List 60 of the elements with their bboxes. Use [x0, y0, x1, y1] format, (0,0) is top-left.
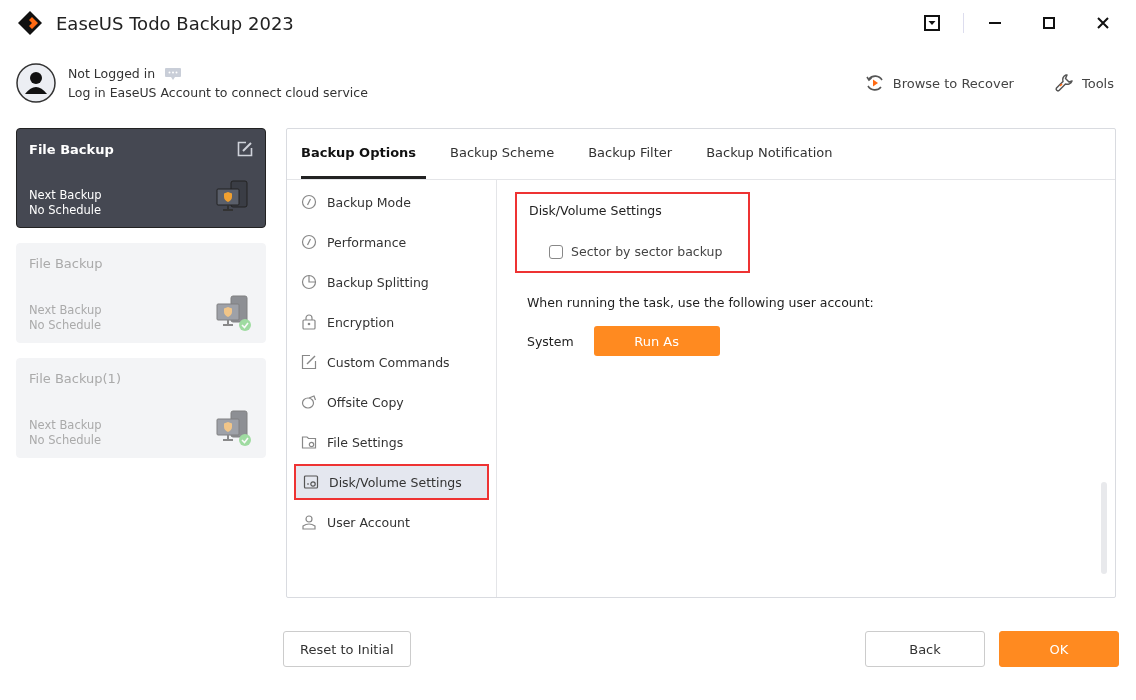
- menu-label: File Settings: [327, 434, 404, 450]
- schedule-text: No Schedule: [29, 433, 102, 447]
- recover-icon: [864, 73, 885, 93]
- toolbar-button[interactable]: Tools: [1053, 69, 1114, 97]
- reset-button[interactable]: Reset to Initial: [283, 631, 411, 667]
- options-menu-item[interactable]: Backup Splitting: [294, 264, 489, 300]
- close-icon: [1096, 16, 1110, 30]
- tab[interactable]: Backup Notification: [706, 129, 843, 179]
- options-menu-item[interactable]: Offsite Copy: [294, 384, 489, 420]
- menu-label: Backup Splitting: [327, 274, 429, 290]
- pie-icon: [301, 274, 317, 290]
- task-title: File Backup: [29, 256, 103, 271]
- menu-label: Custom Commands: [327, 354, 450, 370]
- options-menu-item[interactable]: File Settings: [294, 424, 489, 460]
- next-backup-label: Next Backup: [29, 418, 102, 432]
- options-menu-item[interactable]: Backup Mode: [294, 184, 489, 220]
- account-hint: Log in EaseUS Account to connect cloud service: [68, 85, 368, 100]
- avatar-icon[interactable]: [16, 63, 56, 103]
- options-menu-item[interactable]: Custom Commands: [294, 344, 489, 380]
- dropdown-icon: [924, 15, 940, 31]
- menu-label: Encryption: [327, 314, 395, 330]
- gauge-icon: [301, 194, 317, 210]
- account-note: When running the task, use the following user account:: [527, 295, 875, 310]
- options-menu-item[interactable]: Encryption: [294, 304, 489, 340]
- gauge-icon: [301, 234, 317, 250]
- app-logo-icon: [16, 9, 44, 37]
- menu-label: Backup Mode: [327, 194, 411, 210]
- next-backup-label: Next Backup: [29, 303, 102, 317]
- next-backup-label: Next Backup: [29, 188, 102, 202]
- options-menu-item[interactable]: User Account: [294, 504, 489, 540]
- schedule-text: No Schedule: [29, 318, 102, 332]
- options-menu-item[interactable]: Performance: [294, 224, 489, 260]
- account-name: Not Logged in: [68, 66, 156, 81]
- edit-icon[interactable]: [237, 141, 253, 157]
- user-icon: [301, 514, 317, 530]
- options-menu-item[interactable]: Disk/Volume Settings: [294, 464, 489, 500]
- task-title: File Backup: [29, 141, 114, 157]
- section-heading: Disk/Volume Settings: [529, 203, 663, 218]
- tab[interactable]: Backup Scheme: [450, 129, 565, 179]
- maximize-icon: [1042, 16, 1056, 30]
- checkbox[interactable]: [549, 244, 563, 259]
- toolbar-button[interactable]: Browse to Recover: [864, 69, 1014, 97]
- back-button[interactable]: Back: [865, 631, 985, 667]
- account-type: System: [527, 333, 574, 349]
- folder-icon: [301, 434, 317, 450]
- menu-label: Offsite Copy: [327, 394, 404, 410]
- schedule-text: No Schedule: [29, 203, 102, 217]
- tab[interactable]: Backup Filter: [588, 129, 683, 179]
- task-title: File Backup(1): [29, 371, 121, 386]
- tab[interactable]: Backup Options: [301, 129, 427, 179]
- window-title: EaseUS Todo Backup 2023: [56, 12, 294, 34]
- menu-label: User Account: [327, 514, 410, 530]
- edit-icon: [301, 354, 317, 370]
- lock-icon: [301, 314, 317, 330]
- sector-backup-checkbox[interactable]: Sector by sector backup: [529, 244, 723, 259]
- menu-label: Performance: [327, 234, 407, 250]
- copy-icon: [301, 394, 317, 410]
- wrench-icon: [1053, 73, 1074, 93]
- backup-task-card[interactable]: File Backup Next Backup No Schedule: [16, 128, 266, 228]
- menu-label: Disk/Volume Settings: [329, 474, 462, 490]
